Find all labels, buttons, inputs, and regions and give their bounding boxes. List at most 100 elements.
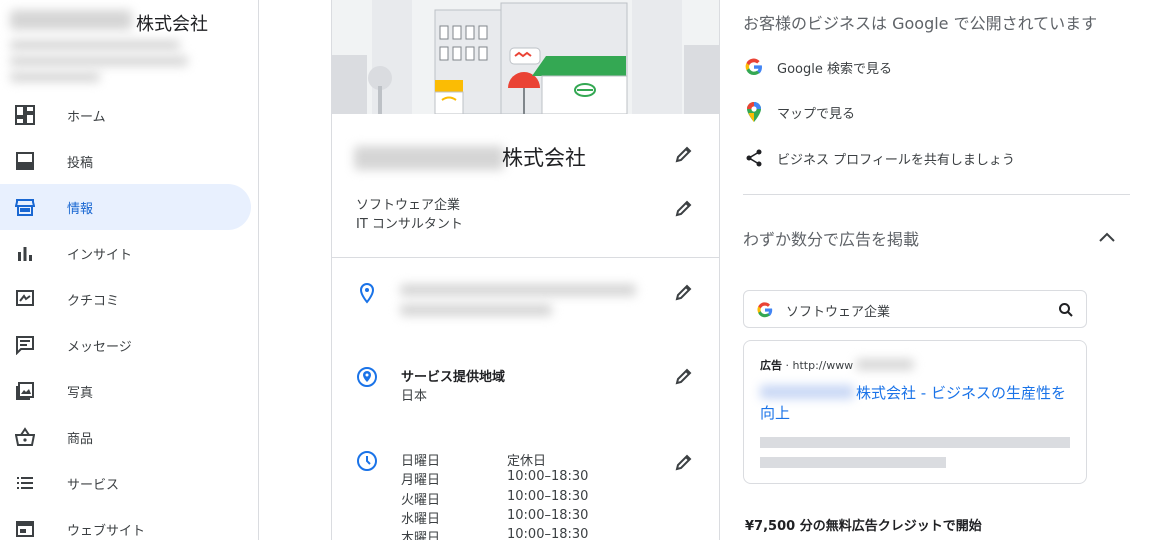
ads-section-title: わずか数分で広告を掲載 <box>743 230 920 249</box>
ad-title-text: 株式会社 - ビジネスの生産性を <box>856 384 1066 402</box>
service-area-value: 日本 <box>401 389 428 404</box>
hours-time: 10:00–18:30 <box>507 488 589 504</box>
business-hours: 日曜日 定休日 月曜日 10:00–18:30 火曜日 10:00–18:30 水曜日… <box>401 450 588 540</box>
sidebar-item-label: 情報 <box>67 201 94 217</box>
blurred-address-line <box>400 304 552 316</box>
ad-placeholder-line <box>760 457 946 468</box>
hours-day: 日曜日 <box>401 454 441 469</box>
sidebar-item-label: 写真 <box>67 385 94 401</box>
divider <box>332 257 719 258</box>
blurred-address-line <box>10 72 100 82</box>
ad-title-link: 株式会社 - ビジネスの生産性を 向上 <box>760 383 1080 423</box>
ad-search-query: ソフトウェア企業 <box>786 305 891 320</box>
hours-time: 10:00–18:30 <box>507 469 589 485</box>
sidebar-item-messages[interactable]: メッセージ <box>0 322 259 368</box>
ad-url: · http://www <box>785 359 854 372</box>
hours-row: 日曜日 定休日 <box>401 450 588 469</box>
chevron-up-icon[interactable] <box>1097 228 1117 248</box>
website-icon <box>14 518 36 540</box>
sidebar-item-posts[interactable]: 投稿 <box>0 138 259 184</box>
business-name-suffix: 株式会社 <box>136 14 208 35</box>
service-area-row: サービス提供地域 日本 <box>332 364 719 404</box>
photo-icon <box>14 380 36 402</box>
clock-icon <box>356 450 378 472</box>
hours-day: 木曜日 <box>401 531 441 540</box>
service-area-title: サービス提供地域 <box>401 370 506 385</box>
right-panel: お客様のビジネスは Google で公開されています Google 検索で見る … <box>720 0 1155 540</box>
service-area-pin-icon <box>356 366 378 388</box>
sidebar-item-reviews[interactable]: クチコミ <box>0 276 259 322</box>
ad-preview-card: 広告 · http://www 株式会社 - ビジネスの生産性を 向上 <box>743 340 1087 484</box>
sidebar-nav: ホーム 投稿 情報 インサイト クチコミ メッセージ 写真 商品 サービス ウェ… <box>0 92 259 540</box>
sidebar-item-services[interactable]: サービス <box>0 460 259 506</box>
link-label: マップで見る <box>777 106 856 122</box>
hours-day: 月曜日 <box>401 473 441 489</box>
blurred-business-name <box>354 146 504 170</box>
secondary-category: IT コンサルタント <box>356 217 463 232</box>
sidebar-item-info[interactable]: 情報 <box>0 184 251 230</box>
primary-category: ソフトウェア企業 <box>356 198 461 213</box>
address-row <box>332 280 719 324</box>
business-header: 株式会社 <box>8 4 248 86</box>
ad-header: 広告 · http://www <box>760 357 853 373</box>
hours-time: 10:00–18:30 <box>507 527 589 540</box>
free-ad-credit-text: ¥7,500 分の無料広告クレジットで開始 <box>745 519 982 534</box>
sidebar-item-label: メッセージ <box>67 339 132 355</box>
basket-icon <box>14 426 36 448</box>
review-icon <box>14 288 36 310</box>
ad-placeholder-line <box>760 437 1070 448</box>
sidebar-item-label: インサイト <box>67 247 133 263</box>
sidebar-item-label: 商品 <box>67 431 94 447</box>
hours-row: 木曜日 10:00–18:30 <box>401 527 588 540</box>
divider <box>743 194 1130 195</box>
sidebar-item-home[interactable]: ホーム <box>0 92 259 138</box>
google-g-icon <box>743 56 765 78</box>
sidebar: 株式会社 ホーム 投稿 情報 インサイト クチコミ メッセージ 写真 商品 サー… <box>0 0 259 540</box>
edit-name-pencil-icon[interactable] <box>672 142 696 166</box>
sidebar-item-label: ホーム <box>67 109 106 125</box>
sidebar-item-label: クチコミ <box>67 293 120 309</box>
post-icon <box>14 150 36 172</box>
link-label: Google 検索で見る <box>777 61 892 77</box>
categories-row: ソフトウェア企業 IT コンサルタント <box>332 196 719 238</box>
view-on-maps-link[interactable]: マップで見る <box>743 100 855 124</box>
profile-card: 株式会社 ソフトウェア企業 IT コンサルタント サービス提供地域 日本 日曜日… <box>331 0 720 540</box>
blurred-address-line <box>10 40 180 50</box>
hours-row: 水曜日 10:00–18:30 <box>401 508 588 527</box>
sidebar-item-label: ウェブサイト <box>67 523 146 539</box>
blurred-url <box>856 359 914 370</box>
blurred-address-line <box>10 56 188 66</box>
sidebar-item-insights[interactable]: インサイト <box>0 230 259 276</box>
edit-category-pencil-icon[interactable] <box>672 196 696 220</box>
hours-row: 月曜日 10:00–18:30 <box>401 469 588 488</box>
blurred-business-name <box>10 10 132 30</box>
location-pin-icon <box>356 282 378 304</box>
share-icon <box>743 147 765 169</box>
maps-pin-icon <box>743 101 765 123</box>
sidebar-item-products[interactable]: 商品 <box>0 414 259 460</box>
google-g-icon <box>756 301 774 323</box>
dashboard-icon <box>14 104 36 126</box>
ad-preview-search-box: ソフトウェア企業 <box>743 290 1087 328</box>
hours-time: 定休日 <box>507 454 547 469</box>
view-on-google-search-link[interactable]: Google 検索で見る <box>743 55 892 79</box>
sidebar-item-website[interactable]: ウェブサイト <box>0 506 259 540</box>
ad-title-text-2: 向上 <box>760 404 791 422</box>
message-icon <box>14 334 36 356</box>
bar-chart-icon <box>14 242 36 264</box>
storefront-icon <box>14 196 36 218</box>
sidebar-item-photos[interactable]: 写真 <box>0 368 259 414</box>
list-icon <box>14 472 36 494</box>
sidebar-item-label: 投稿 <box>67 155 94 171</box>
edit-service-area-pencil-icon[interactable] <box>672 364 696 388</box>
link-label: ビジネス プロフィールを共有しましょう <box>777 152 1015 168</box>
edit-hours-pencil-icon[interactable] <box>672 450 696 474</box>
hours-day: 水曜日 <box>401 511 441 527</box>
business-title-suffix: 株式会社 <box>502 146 586 170</box>
blurred-address-line <box>400 284 636 296</box>
hours-time: 10:00–18:30 <box>507 507 589 523</box>
share-profile-link[interactable]: ビジネス プロフィールを共有しましょう <box>743 146 1015 170</box>
hours-row: 火曜日 10:00–18:30 <box>401 489 588 508</box>
edit-address-pencil-icon[interactable] <box>672 280 696 304</box>
sidebar-item-label: サービス <box>67 477 120 493</box>
